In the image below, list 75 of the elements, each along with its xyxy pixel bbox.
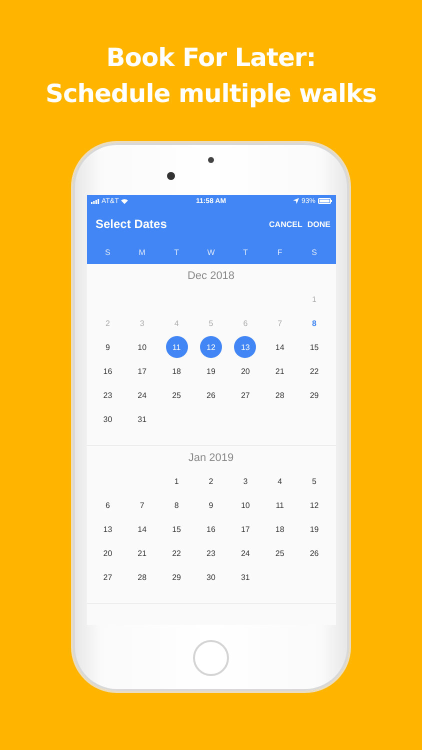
date-cell[interactable]: 26 [303, 542, 326, 564]
date-cell[interactable]: 18 [166, 360, 188, 382]
date-cell[interactable]: 1 [166, 470, 188, 492]
date-cell[interactable]: 17 [131, 360, 154, 382]
date-cell[interactable]: 15 [303, 336, 326, 358]
date-cell[interactable]: 14 [268, 336, 291, 358]
date-cell[interactable]: 16 [200, 518, 222, 540]
date-cell[interactable]: 23 [200, 542, 222, 564]
date-cell[interactable]: 21 [131, 542, 154, 564]
headline: Schedule multiple walks [45, 78, 377, 110]
battery-icon [318, 198, 332, 204]
date-cell[interactable]: 2 [200, 470, 222, 492]
date-cell[interactable]: 22 [166, 542, 188, 564]
date-cell[interactable]: 12 [200, 336, 222, 358]
screen-title: Select Dates [96, 217, 167, 231]
date-cell[interactable]: 10 [131, 336, 154, 358]
date-cell[interactable]: 20 [96, 542, 119, 564]
weekday-label: T [173, 248, 180, 257]
date-cell[interactable]: 11 [166, 336, 188, 358]
date-cell[interactable]: 23 [96, 384, 119, 406]
date-cell[interactable]: 27 [96, 566, 119, 588]
date-cell[interactable]: 14 [131, 518, 154, 540]
date-cell[interactable]: 8 [166, 494, 188, 516]
date-cell[interactable]: 25 [268, 542, 291, 564]
date-cell[interactable]: 3 [234, 470, 256, 492]
weekday-label: S [310, 248, 318, 257]
date-cell[interactable]: 4 [268, 470, 291, 492]
date-cell[interactable]: 29 [303, 384, 326, 406]
date-cell[interactable]: 19 [200, 360, 222, 382]
date-cell[interactable]: 25 [166, 384, 188, 406]
date-cell[interactable]: 21 [268, 360, 291, 382]
home-button[interactable] [193, 640, 229, 676]
date-cell[interactable]: 13 [96, 518, 119, 540]
date-cell[interactable]: 11 [268, 494, 291, 516]
month-title: Dec 2018 [186, 269, 236, 284]
header-action[interactable]: DONE [306, 218, 332, 230]
date-cell[interactable]: 19 [303, 518, 326, 540]
speaker-icon [208, 157, 214, 163]
month-title: Jan 2019 [187, 451, 235, 466]
date-cell[interactable]: 28 [131, 566, 154, 588]
date-cell[interactable]: 28 [268, 384, 291, 406]
date-cell[interactable]: 26 [200, 384, 222, 406]
date-cell[interactable]: 27 [234, 384, 256, 406]
date-cell[interactable]: 6 [96, 494, 119, 516]
date-cell[interactable]: 20 [234, 360, 256, 382]
camera-icon [167, 172, 175, 180]
date-cell[interactable]: 9 [96, 336, 119, 358]
headline: Book For Later: [106, 42, 316, 74]
weekday-label: T [242, 248, 249, 257]
signal-icon [90, 198, 100, 204]
date-cell[interactable]: 9 [200, 494, 222, 516]
date-cell[interactable]: 18 [268, 518, 291, 540]
date-cell[interactable]: 30 [200, 566, 222, 588]
date-cell[interactable]: 22 [303, 360, 326, 382]
date-cell[interactable]: 30 [96, 408, 119, 430]
date-cell[interactable]: 10 [234, 494, 256, 516]
date-cell[interactable]: 29 [166, 566, 188, 588]
weekday-label: F [276, 248, 284, 257]
date-cell[interactable]: 12 [303, 494, 326, 516]
weekday-label: W [206, 248, 216, 257]
weekday-label: S [104, 248, 112, 257]
date-cell[interactable]: 16 [96, 360, 119, 382]
date-cell[interactable]: 24 [131, 384, 154, 406]
date-cell[interactable]: 17 [234, 518, 256, 540]
date-cell[interactable]: 13 [234, 336, 256, 358]
date-cell[interactable]: 15 [166, 518, 188, 540]
date-cell[interactable]: 31 [131, 408, 154, 430]
date-cell[interactable]: 7 [131, 494, 154, 516]
date-cell[interactable]: 24 [234, 542, 256, 564]
location-icon [293, 198, 300, 204]
date-cell[interactable]: 31 [234, 566, 256, 588]
header-action[interactable]: CANCEL [268, 218, 304, 230]
date-cell[interactable]: 5 [303, 470, 326, 492]
wifi-icon [120, 198, 128, 204]
weekday-label: M [138, 248, 146, 257]
